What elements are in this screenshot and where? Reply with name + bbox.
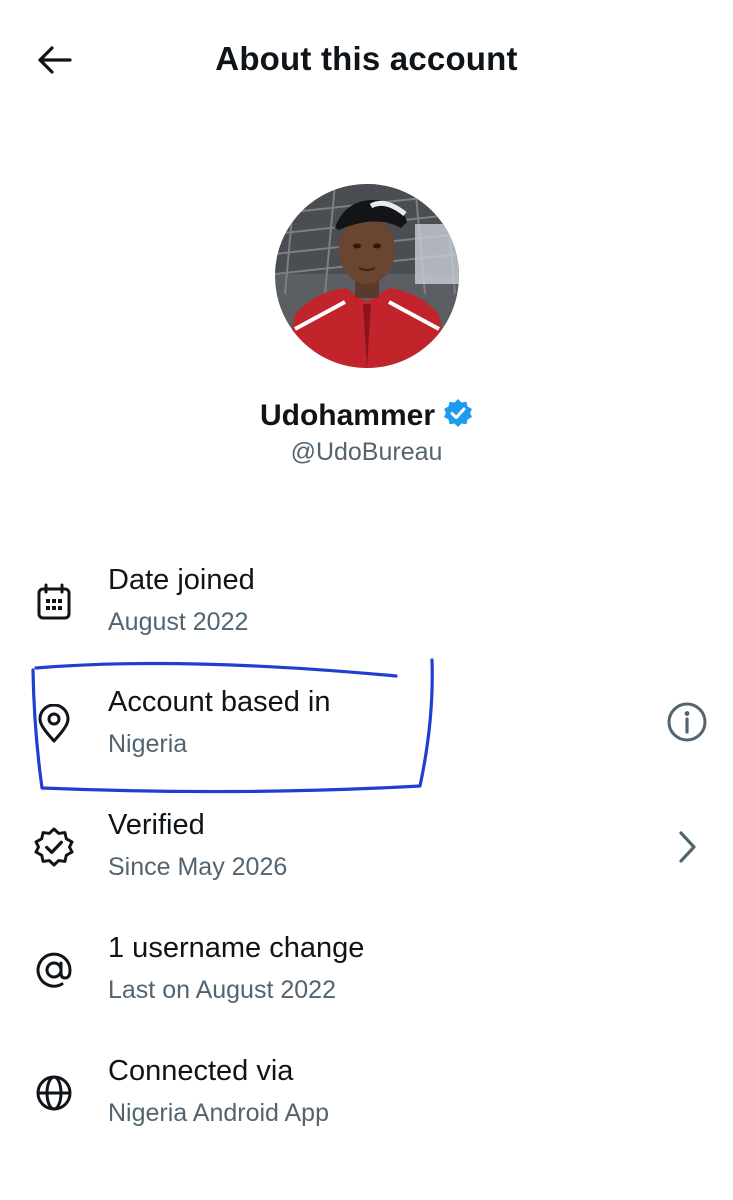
detail-subtitle: Since May 2026 xyxy=(108,853,288,881)
detail-title: Date joined xyxy=(108,564,255,596)
detail-title: Connected via xyxy=(108,1055,294,1087)
detail-title: Verified xyxy=(108,809,205,841)
header-bar: About this account xyxy=(0,0,733,124)
detail-subtitle: Last on August 2022 xyxy=(108,976,336,1004)
location-pin-icon xyxy=(32,702,76,746)
detail-subtitle: Nigeria xyxy=(108,730,188,758)
detail-row-username-change: 1 username change Last on August 2022 xyxy=(0,926,733,1036)
detail-subtitle: August 2022 xyxy=(108,608,249,636)
verified-badge-icon xyxy=(32,825,76,869)
info-icon xyxy=(666,701,708,748)
detail-subtitle: Nigeria Android App xyxy=(108,1099,329,1127)
calendar-icon xyxy=(32,580,76,624)
display-name: Udohammer xyxy=(259,398,436,432)
detail-row-account-based-in: Account based in Nigeria xyxy=(0,680,733,790)
user-handle: @UdoBureau xyxy=(290,438,443,466)
verified-badge-icon xyxy=(443,398,473,433)
avatar[interactable] xyxy=(275,184,459,368)
page-title: About this account xyxy=(215,40,518,77)
detail-row-verified[interactable]: Verified Since May 2026 xyxy=(0,803,733,913)
detail-title: Account based in xyxy=(108,686,331,718)
detail-row-date-joined: Date joined August 2022 xyxy=(0,558,733,668)
info-button[interactable] xyxy=(665,702,709,746)
detail-title: 1 username change xyxy=(108,932,365,964)
at-sign-icon xyxy=(32,948,76,992)
chevron-right-icon[interactable] xyxy=(665,825,709,869)
display-name-row: Udohammer xyxy=(0,398,733,433)
globe-icon xyxy=(32,1071,76,1115)
detail-row-connected-via: Connected via Nigeria Android App xyxy=(0,1049,733,1159)
